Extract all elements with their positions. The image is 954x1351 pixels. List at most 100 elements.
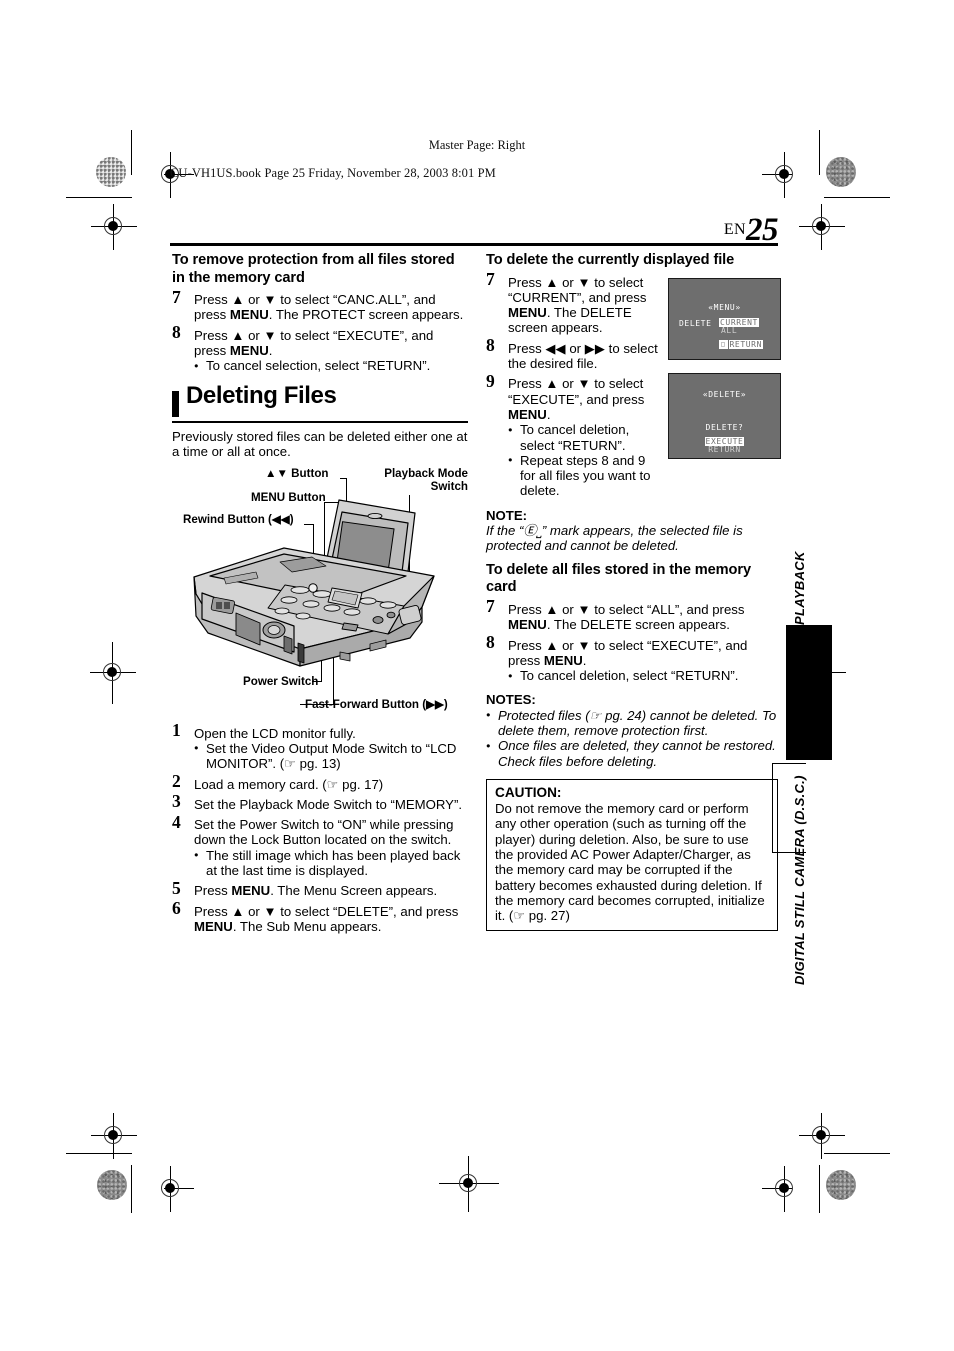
osd-menu-return-label: RETURN bbox=[728, 340, 764, 349]
step-text-b: . The PROTECT screen appears. bbox=[268, 307, 464, 323]
step-number: 8 bbox=[486, 632, 495, 653]
step-number: 5 bbox=[172, 877, 181, 898]
halftone-dot-bottom-right bbox=[826, 1170, 856, 1200]
osd-delete-screen: «DELETE» DELETE? EXECUTE RETURN bbox=[668, 373, 781, 459]
step-bullet: The still image which has been played ba… bbox=[194, 847, 468, 879]
halftone-dot-bottom-left bbox=[97, 1170, 127, 1200]
step-7-cancel-all: 7 Press ▲ or ▼ to select “CANC.ALL”, and… bbox=[172, 286, 468, 323]
step-7-all: 7 Press ▲ or ▼ to select “ALL”, and pres… bbox=[486, 596, 778, 633]
note-item: Protected files (☞ pg. 24) cannot be del… bbox=[486, 707, 778, 739]
step-5-press-menu: 5 Press MENU. The Menu Screen appears. bbox=[172, 877, 468, 899]
note-heading: NOTE: bbox=[486, 507, 528, 523]
side-tab-playback: PLAYBACK bbox=[792, 551, 807, 625]
step-bold-menu: MENU bbox=[229, 307, 269, 323]
step-text-a: Press ▲ or ▼ to select “CURRENT”, and pr… bbox=[508, 274, 647, 305]
crop-line-vertical-right-bottom bbox=[819, 1165, 820, 1213]
book-file-line: CU-VH1US.book Page 25 Friday, November 2… bbox=[170, 166, 496, 180]
step-text-b: . The DELETE screen appears. bbox=[546, 617, 730, 633]
header-rule bbox=[170, 243, 778, 246]
deleting-files-intro: Previously stored files can be deleted e… bbox=[172, 428, 468, 460]
step-8-all-execute: 8 Press ▲ or ▼ to select “EXECUTE”, and … bbox=[486, 632, 778, 684]
step-text: Press ◀◀ or ▶▶ to select the desired fil… bbox=[508, 340, 658, 372]
left-column: To remove protection from all files stor… bbox=[172, 252, 468, 934]
step-number: 9 bbox=[486, 370, 495, 391]
step-text-a: Press ▲ or ▼ to select “ALL”, and press bbox=[508, 601, 745, 617]
registration-mark-top-right bbox=[762, 152, 808, 198]
step-6-select-delete: 6 Press ▲ or ▼ to select “DELETE”, and p… bbox=[172, 898, 468, 935]
step-text-b: . The Menu Screen appears. bbox=[270, 883, 438, 899]
osd-menu-label: DELETE bbox=[679, 319, 712, 328]
halftone-dot-top-right bbox=[826, 157, 856, 187]
step-bold-menu: MENU bbox=[543, 652, 583, 668]
step-text-b: . The Sub Menu appears. bbox=[232, 918, 382, 934]
banner-title: Deleting Files bbox=[186, 381, 337, 409]
banner-accent-bar bbox=[172, 390, 179, 417]
osd-menu-screen: «MENU» DELETE CURRENT ALL □ RETURN bbox=[668, 278, 781, 360]
right-column: To delete the currently displayed file «… bbox=[486, 252, 781, 932]
registration-mark-upper-right bbox=[799, 204, 845, 250]
step-bullet: To cancel deletion, select “RETURN”. bbox=[508, 422, 664, 453]
crop-line-horizontal-right-bottom bbox=[824, 1153, 890, 1154]
caution-box: CAUTION: Do not remove the memory card o… bbox=[486, 779, 778, 932]
step-number: 7 bbox=[486, 596, 495, 617]
step-2-load-card: 2 Load a memory card. (☞ pg. 17) bbox=[172, 771, 468, 792]
halftone-dot-top-left bbox=[96, 157, 126, 187]
section-heading-delete-all: To delete all files stored in the memory… bbox=[486, 561, 751, 596]
osd-return-icon: □ bbox=[719, 340, 728, 349]
registration-mark-bottom-center bbox=[439, 1156, 499, 1212]
registration-mark-bottom-left bbox=[148, 1166, 194, 1212]
registration-mark-upper-left bbox=[91, 204, 137, 250]
step-number: 2 bbox=[172, 771, 181, 792]
step-text-a: Press ▲ or ▼ to select “DELETE”, and pre… bbox=[194, 903, 459, 919]
step-8-execute: 8 Press ▲ or ▼ to select “EXECUTE”, and … bbox=[172, 322, 468, 374]
step-text: Open the LCD monitor fully. bbox=[194, 725, 356, 741]
step-bullet: To cancel selection, select “RETURN”. bbox=[194, 358, 468, 374]
step-number: 8 bbox=[486, 335, 495, 356]
banner-underline bbox=[172, 420, 468, 423]
step-number: 7 bbox=[172, 286, 181, 307]
step-number: 3 bbox=[172, 791, 181, 812]
osd-delete-title: «DELETE» bbox=[702, 390, 747, 399]
crop-line-horizontal-left-bottom bbox=[66, 1153, 132, 1154]
side-tab-dsc: DIGITAL STILL CAMERA (D.S.C.) bbox=[792, 775, 807, 985]
step-8-select-file: 8 Press ◀◀ or ▶▶ to select the desired f… bbox=[486, 335, 664, 372]
crop-line-horizontal-right-top bbox=[824, 197, 890, 198]
osd-delete-option-return: RETURN bbox=[708, 445, 741, 454]
deleting-files-banner: Deleting Files bbox=[172, 381, 468, 420]
step-number: 1 bbox=[172, 720, 181, 741]
step-number: 8 bbox=[172, 322, 181, 343]
step-bold-menu: MENU bbox=[508, 305, 547, 321]
side-tab-black-marker bbox=[786, 625, 832, 760]
step-9-execute: 9 Press ▲ or ▼ to select “EXECUTE”, and … bbox=[486, 370, 664, 499]
camera-drawing bbox=[193, 499, 435, 667]
step-bold-menu: MENU bbox=[508, 406, 547, 422]
note-body: If the “Ⓔ⎵” mark appears, the selected f… bbox=[486, 523, 743, 554]
camera-illustration: ▲▼ Button Playback Mode Switch MENU Butt… bbox=[172, 466, 468, 722]
note-item: Once files are deleted, they cannot be r… bbox=[486, 738, 778, 769]
step-bullet: Repeat steps 8 and 9 for all files you w… bbox=[508, 452, 664, 499]
step-bullet: To cancel deletion, select “RETURN”. bbox=[508, 668, 778, 684]
notes-heading: NOTES: bbox=[486, 692, 536, 708]
step-text-a: Press ▲ or ▼ to select “EXECUTE”, and pr… bbox=[508, 376, 645, 407]
caution-heading: CAUTION: bbox=[495, 785, 562, 801]
crop-line-vertical-left-bottom bbox=[131, 1165, 132, 1213]
step-3-playback-mode: 3 Set the Playback Mode Switch to “MEMOR… bbox=[172, 791, 468, 812]
osd-menu-title: «MENU» bbox=[708, 303, 741, 312]
step-number: 7 bbox=[486, 269, 495, 290]
step-bold-menu: MENU bbox=[229, 343, 269, 359]
osd-menu-return: □ RETURN bbox=[719, 337, 764, 352]
step-number: 6 bbox=[172, 898, 181, 919]
step-bold-menu: MENU bbox=[231, 883, 271, 899]
registration-mark-middle-left bbox=[90, 642, 136, 704]
caution-body: Do not remove the memory card or perform… bbox=[495, 801, 765, 924]
step-number: 4 bbox=[172, 811, 181, 832]
step-bullet: Set the Video Output Mode Switch to “LCD… bbox=[194, 740, 468, 772]
section-heading-remove-protection: To remove protection from all files stor… bbox=[172, 252, 455, 286]
step-text: Load a memory card. (☞ pg. 17) bbox=[194, 776, 384, 792]
step-7-current: 7 Press ▲ or ▼ to select “CURRENT”, and … bbox=[486, 269, 664, 336]
registration-mark-bottom-right bbox=[762, 1166, 808, 1212]
step-text-b: . bbox=[582, 652, 587, 668]
language-code: EN bbox=[723, 221, 746, 238]
step-bold-menu: MENU bbox=[508, 617, 547, 633]
step-text-a: Press bbox=[194, 883, 232, 899]
